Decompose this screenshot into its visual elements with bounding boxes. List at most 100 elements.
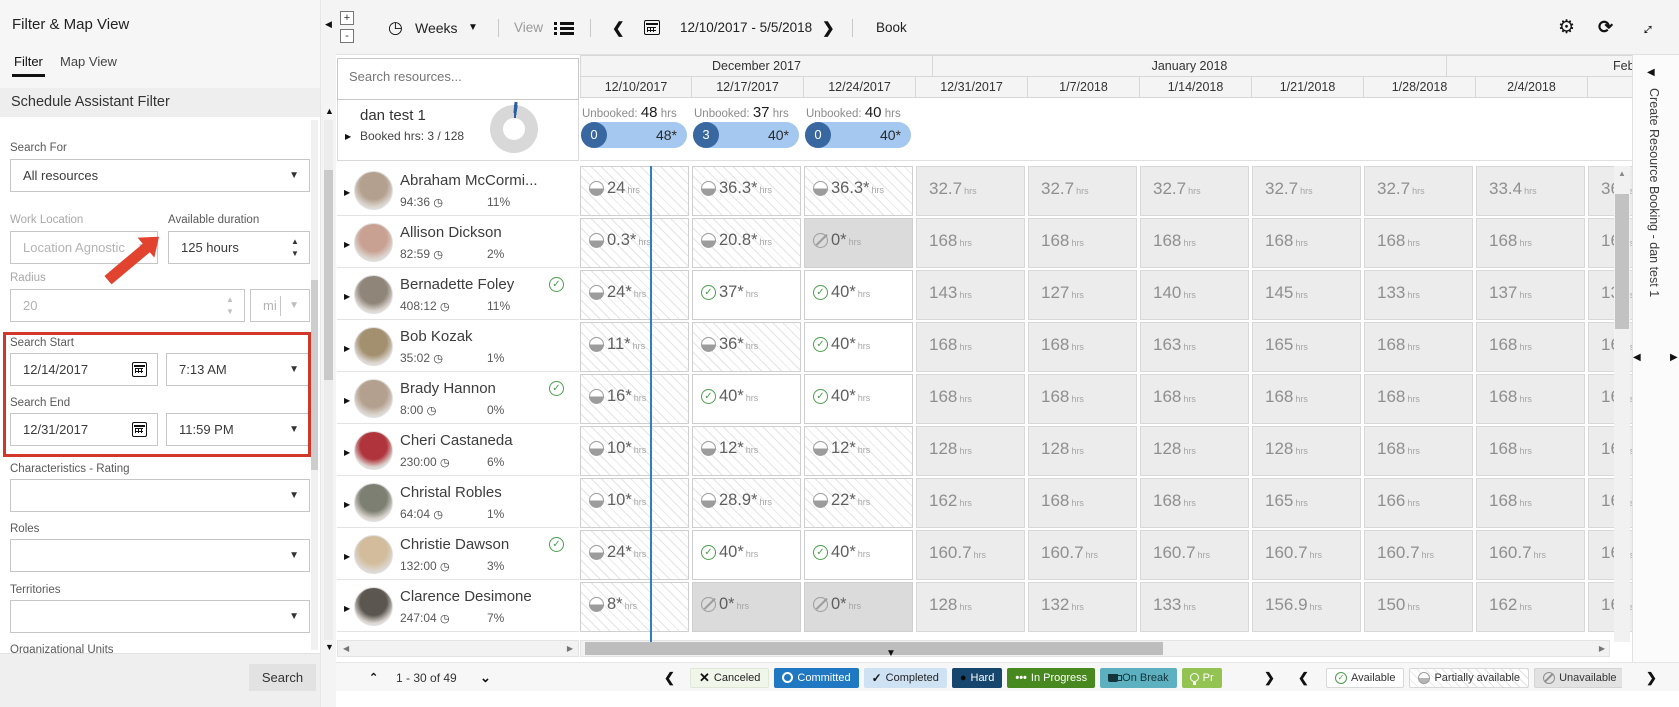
weekly-hours-cell[interactable]: 150hrs: [1364, 582, 1473, 632]
expander-icon[interactable]: ▶: [345, 132, 351, 141]
weekly-hours-cell[interactable]: 168hrs: [1364, 374, 1473, 424]
weekly-hours-cell[interactable]: 165hrs: [1252, 322, 1361, 372]
expander-icon[interactable]: ▶: [344, 552, 350, 561]
filter-panel-scrollbar[interactable]: [311, 120, 318, 650]
weekly-hours-cell[interactable]: 160.7hrs: [1140, 530, 1249, 580]
week-header-cell[interactable]: 1/7/2018: [1028, 76, 1140, 98]
search-start-time-select[interactable]: 7:13 AM ▼: [166, 353, 310, 386]
availability-cell[interactable]: ✓40*hrs: [804, 374, 913, 424]
weekly-hours-cell[interactable]: 32.7hrs: [1252, 166, 1361, 216]
legend-chip-in-progress[interactable]: •••In Progress: [1007, 668, 1095, 688]
expander-icon[interactable]: ▶: [344, 396, 350, 405]
availability-cell[interactable]: 36.3*hrs: [804, 166, 913, 216]
resource-list-horizontal-scrollbar[interactable]: ◀ ▶: [337, 640, 579, 657]
availability-cell[interactable]: 0*hrs: [804, 582, 913, 632]
availability-cell[interactable]: 28.9*hrs: [692, 478, 801, 528]
weekly-hours-cell[interactable]: 162hrs: [1476, 582, 1585, 632]
scroll-right-icon[interactable]: ▶: [1599, 644, 1605, 653]
weekly-hours-cell[interactable]: 168hrs: [1028, 478, 1137, 528]
resource-row[interactable]: ▶Abraham McCormi...94:36 ◷11%: [337, 166, 579, 216]
availability-cell[interactable]: 10*hrs: [580, 478, 689, 528]
expander-icon[interactable]: ▶: [344, 604, 350, 613]
legend-chip-partially-available[interactable]: Partially available: [1409, 668, 1529, 688]
calendar-icon[interactable]: [132, 362, 147, 377]
weekly-hours-cell[interactable]: 168hrs: [1476, 426, 1585, 476]
scroll-up-icon[interactable]: ▲: [1618, 169, 1626, 178]
weekly-hours-cell[interactable]: 168hrs: [1476, 478, 1585, 528]
availability-cell[interactable]: 10*hrs: [580, 426, 689, 476]
weekly-hours-cell[interactable]: 168hrs: [1364, 426, 1473, 476]
stepper-arrows-icon[interactable]: ▲▼: [289, 236, 301, 260]
availability-legend-scroll-right-icon[interactable]: ❯: [1646, 663, 1657, 692]
capacity-pill[interactable]: 340*: [693, 122, 799, 148]
weekly-hours-cell[interactable]: 168hrs: [1252, 374, 1361, 424]
availability-cell[interactable]: 0.3*hrs: [580, 218, 689, 268]
weekly-hours-cell[interactable]: 137hrs: [1476, 270, 1585, 320]
availability-cell[interactable]: ✓40*hrs: [804, 322, 913, 372]
availability-cell[interactable]: 20.8*hrs: [692, 218, 801, 268]
availability-cell[interactable]: 11*hrs: [580, 322, 689, 372]
weekly-hours-cell[interactable]: 133hrs: [1364, 270, 1473, 320]
radius-input[interactable]: 20 ▲▼: [10, 289, 245, 322]
availability-cell[interactable]: 36.3*hrs: [692, 166, 801, 216]
weekly-hours-cell[interactable]: 168hrs: [1476, 322, 1585, 372]
weekly-hours-cell[interactable]: 160.7hrs: [916, 530, 1025, 580]
previous-range-button[interactable]: ❮: [612, 0, 625, 55]
radius-unit-select[interactable]: mi ▼: [250, 289, 310, 322]
weekly-hours-cell[interactable]: 162hrs: [916, 478, 1025, 528]
weekly-hours-cell[interactable]: 168hrs: [1252, 218, 1361, 268]
tab-filter[interactable]: Filter: [14, 54, 43, 69]
resource-row[interactable]: ▶Christal Robles64:04 ◷1%: [337, 478, 579, 528]
weekly-hours-cell[interactable]: 145hrs: [1252, 270, 1361, 320]
expander-icon[interactable]: ▶: [344, 188, 350, 197]
weekly-hours-cell[interactable]: 168hrs: [1140, 374, 1249, 424]
calendar-icon[interactable]: [644, 0, 660, 55]
availability-cell[interactable]: 24hrs: [580, 166, 689, 216]
legend-scroll-left-icon[interactable]: ❮: [664, 663, 675, 692]
zoom-out-button[interactable]: -: [340, 29, 354, 43]
resource-row[interactable]: ▶Brady Hannon8:00 ◷0%✓: [337, 374, 579, 424]
expander-icon[interactable]: ▶: [344, 292, 350, 301]
resource-list-vertical-scrollbar[interactable]: [324, 120, 333, 640]
weekly-hours-cell[interactable]: 132hrs: [1028, 582, 1137, 632]
weekly-hours-cell[interactable]: 168hrs: [1028, 218, 1137, 268]
resource-row[interactable]: ▶Bob Kozak35:02 ◷1%: [337, 322, 579, 372]
weekly-hours-cell[interactable]: 143hrs: [916, 270, 1025, 320]
available-duration-input[interactable]: 125 hours ▲▼: [168, 231, 310, 264]
weekly-hours-cell[interactable]: 168hrs: [1476, 218, 1585, 268]
weekly-hours-cell[interactable]: 127hrs: [1028, 270, 1137, 320]
availability-cell[interactable]: ✓37*hrs: [692, 270, 801, 320]
scroll-right-icon[interactable]: ▶: [567, 644, 573, 653]
capacity-pill[interactable]: 048*: [581, 122, 687, 148]
characteristics-rating-select[interactable]: ▼: [10, 479, 310, 512]
resource-row[interactable]: ▶Clarence Desimone247:04 ◷7%: [337, 582, 579, 632]
weekly-hours-cell[interactable]: 33.4hrs: [1476, 166, 1585, 216]
weekly-hours-cell[interactable]: 160.7hrs: [1028, 530, 1137, 580]
weekly-hours-cell[interactable]: 160.7hrs: [1476, 530, 1585, 580]
resource-row[interactable]: ▶Christie Dawson132:00 ◷3%✓: [337, 530, 579, 580]
weekly-hours-cell[interactable]: 168hrs: [1140, 218, 1249, 268]
weekly-hours-cell[interactable]: 140hrs: [1140, 270, 1249, 320]
weekly-hours-cell[interactable]: 168hrs: [1028, 322, 1137, 372]
expander-icon[interactable]: ▶: [344, 448, 350, 457]
weekly-hours-cell[interactable]: 160.7hrs: [1364, 530, 1473, 580]
week-header-cell[interactable]: 2/: [1588, 76, 1632, 98]
scroll-up-icon[interactable]: ▲: [325, 106, 334, 116]
legend-chip-committed[interactable]: Committed: [774, 668, 858, 688]
legend-chip-hard[interactable]: ●Hard: [952, 668, 1003, 688]
next-range-button[interactable]: ❯: [822, 0, 835, 55]
roles-select[interactable]: ▼: [10, 539, 310, 572]
weekly-hours-cell[interactable]: 32.7hrs: [1364, 166, 1473, 216]
weekly-hours-cell[interactable]: 168hrs: [1364, 322, 1473, 372]
page-up-icon[interactable]: ⌃: [369, 663, 378, 692]
panel-splitter[interactable]: ◀ ▲ ▼: [320, 0, 336, 707]
fullscreen-expand-icon[interactable]: ↔: [1638, 0, 1655, 55]
scroll-down-icon[interactable]: ▼: [325, 642, 334, 652]
legend-chip-available[interactable]: ✓Available: [1326, 668, 1404, 688]
availability-cell[interactable]: 12*hrs: [692, 426, 801, 476]
resource-row[interactable]: ▶Cheri Castaneda230:00 ◷6%: [337, 426, 579, 476]
calendar-icon[interactable]: [132, 422, 147, 437]
search-start-date-input[interactable]: 12/14/2017: [10, 353, 158, 386]
more-below-icon[interactable]: ▼: [886, 648, 896, 659]
legend-chip-completed[interactable]: ✓Completed: [864, 668, 947, 688]
